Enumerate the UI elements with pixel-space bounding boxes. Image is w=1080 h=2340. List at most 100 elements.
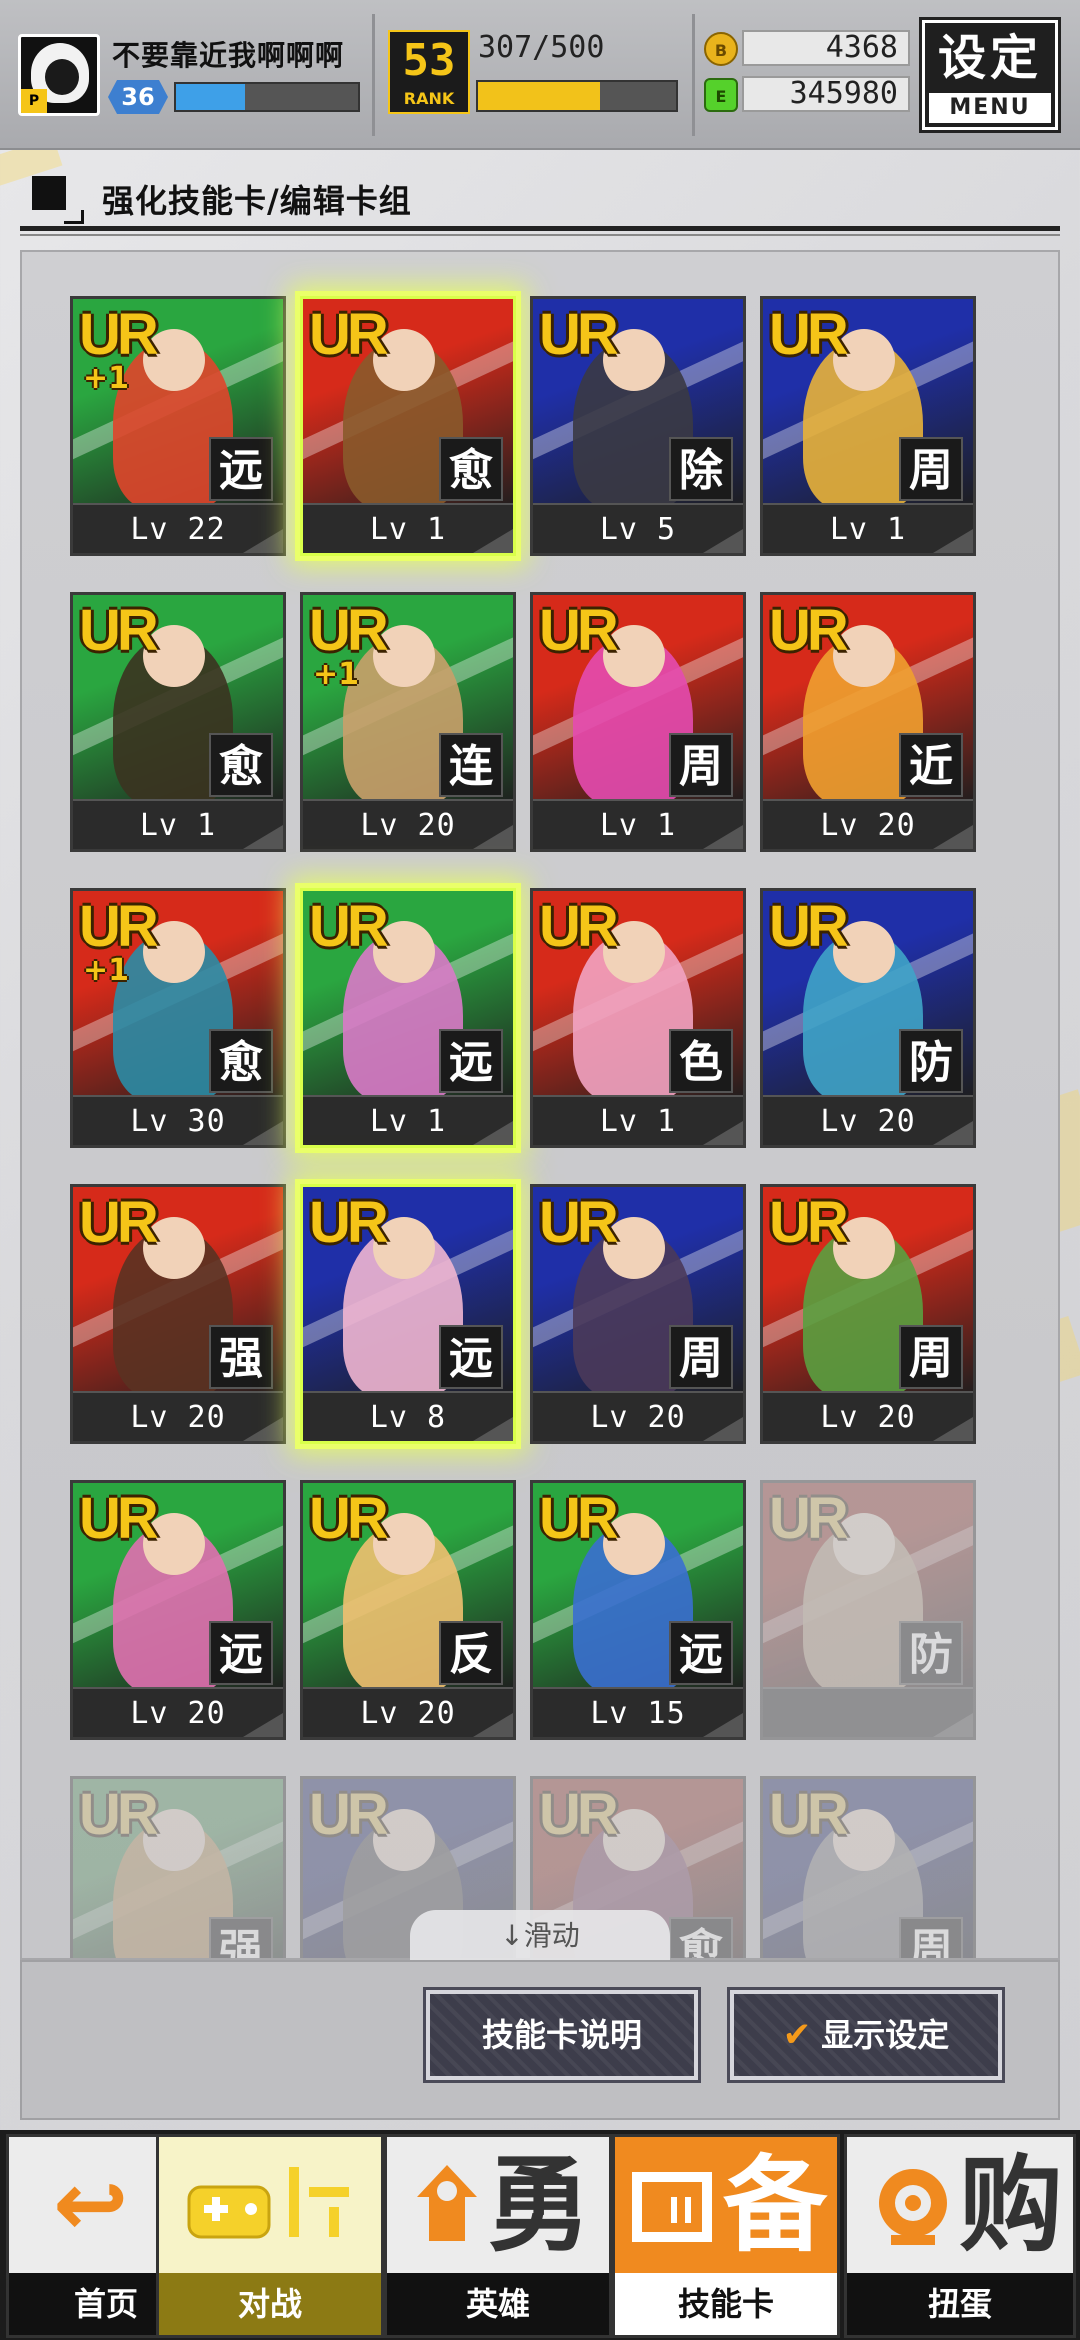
card-level-bar: Lv 20 — [303, 799, 513, 849]
nav-tab-gacha[interactable]: 购 扭蛋 — [844, 2134, 1076, 2338]
nav-label-battle: 对战 — [159, 2273, 381, 2335]
divider — [372, 14, 375, 136]
action-button-area: 技能卡说明 ✔ 显示设定 — [20, 1960, 1060, 2120]
card-type-badge: 远 — [439, 1029, 503, 1093]
skill-card[interactable]: UR 远 Lv 20 — [70, 1480, 286, 1740]
skill-card[interactable]: UR 除 Lv 5 — [530, 296, 746, 556]
divider — [692, 14, 695, 136]
card-level-bar: Lv 1 — [763, 503, 973, 553]
card-rarity: UR — [769, 894, 849, 959]
card-level-bar: Lv 20 — [763, 1391, 973, 1441]
card-type-badge: 连 — [439, 733, 503, 797]
card-rarity: UR — [309, 598, 389, 663]
skill-card[interactable]: UR 远 Lv 15 — [530, 1480, 746, 1740]
card-rarity: UR — [309, 1190, 389, 1255]
player-avatar[interactable]: P — [18, 34, 100, 116]
skill-card[interactable]: UR 远 Lv 8 — [300, 1184, 516, 1444]
card-rarity: UR — [309, 1782, 389, 1847]
nav-tab-battle[interactable]: 对战 — [156, 2134, 384, 2338]
card-level-bar: Lv 1 — [533, 1095, 743, 1145]
nav-tab-skill-cards[interactable]: 备 技能卡 — [612, 2134, 840, 2338]
section-corner-decoration — [64, 210, 84, 224]
card-level: Lv 20 — [360, 808, 456, 843]
skill-card-grid[interactable]: UR +1 远 Lv 22 UR 愈 Lv 1 UR 除 Lv 5 UR 周 Lv 1 UR 愈 Lv 1 UR… — [20, 250, 1060, 1960]
card-rarity: UR — [79, 598, 159, 663]
card-level: Lv 1 — [599, 808, 677, 843]
card-rarity: UR — [309, 1486, 389, 1551]
card-rarity: UR — [309, 894, 389, 959]
skill-card[interactable]: UR 远 Lv 1 — [300, 888, 516, 1148]
skill-card[interactable]: UR 周 Lv 1 — [530, 592, 746, 852]
card-enhance-level: +1 — [313, 657, 360, 692]
bottom-navigation: ↩ 首页 对战 勇 英雄 备 技能卡 购 扭蛋 — [0, 2130, 1080, 2340]
skill-card[interactable]: UR +1 连 Lv 20 — [300, 592, 516, 852]
card-type-badge: 远 — [209, 437, 273, 501]
card-level: Lv 20 — [820, 808, 916, 843]
card-level: Lv 20 — [820, 1104, 916, 1139]
card-level-bar: Lv 20 — [303, 1687, 513, 1737]
card-type-badge: 愈 — [209, 1029, 273, 1093]
card-rarity: UR — [79, 1190, 159, 1255]
skill-card[interactable]: UR 强 Lv 20 — [70, 1184, 286, 1444]
skill-card[interactable]: UR 反 Lv 20 — [300, 1480, 516, 1740]
skill-card[interactable]: UR 周 — [760, 1776, 976, 1958]
card-level: Lv 20 — [130, 1696, 226, 1731]
card-level-bar: Lv 20 — [73, 1391, 283, 1441]
card-rarity: UR — [539, 1190, 619, 1255]
top-status-bar: P 不要靠近我啊啊啊 36 53 RANK 307/500 B 4368 E 3… — [0, 0, 1080, 150]
skill-card[interactable]: UR 周 Lv 20 — [760, 1184, 976, 1444]
card-level: Lv 1 — [599, 1104, 677, 1139]
card-level-bar — [763, 1687, 973, 1737]
scroll-hint: ↓滑动 — [410, 1910, 670, 1962]
card-type-badge: 反 — [439, 1621, 503, 1685]
skill-card[interactable]: UR 愈 Lv 1 — [70, 592, 286, 852]
player-name: 不要靠近我啊啊啊 — [112, 39, 345, 72]
skill-card[interactable]: UR 周 Lv 1 — [760, 296, 976, 556]
card-type-badge: 愈 — [669, 1917, 733, 1958]
card-level-bar: Lv 20 — [763, 799, 973, 849]
display-settings-button[interactable]: ✔ 显示设定 — [727, 1987, 1005, 2083]
card-type-badge: 周 — [669, 733, 733, 797]
display-settings-label: 显示设定 — [821, 2016, 950, 2054]
gold-coin-icon: B — [704, 32, 738, 66]
skill-card[interactable]: UR +1 愈 Lv 30 — [70, 888, 286, 1148]
avatar-tag: P — [21, 89, 47, 113]
menu-settings-label: 设定 — [937, 30, 1042, 86]
skill-card-info-label: 技能卡说明 — [481, 2016, 642, 2054]
gold-amount: 4368 — [742, 30, 910, 66]
skill-card[interactable]: UR 周 Lv 20 — [530, 1184, 746, 1444]
card-level: Lv 20 — [130, 1400, 226, 1435]
card-rarity: UR — [539, 1782, 619, 1847]
skill-card[interactable]: UR 愈 Lv 1 — [300, 296, 516, 556]
card-type-badge: 远 — [669, 1621, 733, 1685]
rank-progress-fill — [478, 82, 600, 110]
skill-card[interactable]: UR 防 — [760, 1480, 976, 1740]
nav-label-heroes: 英雄 — [387, 2273, 609, 2335]
card-level: Lv 20 — [590, 1400, 686, 1435]
card-enhance-level: +1 — [83, 361, 130, 396]
skill-card[interactable]: UR 防 Lv 20 — [760, 888, 976, 1148]
nav-label-gacha: 扭蛋 — [847, 2273, 1073, 2335]
skill-card[interactable]: UR 强 — [70, 1776, 286, 1958]
card-level: Lv 22 — [130, 512, 226, 547]
energy-icon: E — [704, 78, 738, 112]
card-type-badge: 近 — [899, 733, 963, 797]
nav-label-skill-cards: 技能卡 — [615, 2273, 837, 2335]
gacha-icon: 购 — [847, 2137, 1073, 2271]
card-level-bar: Lv 30 — [73, 1095, 283, 1145]
skill-card[interactable]: UR 近 Lv 20 — [760, 592, 976, 852]
nav-tab-heroes[interactable]: 勇 英雄 — [384, 2134, 612, 2338]
rank-badge: 53 RANK — [388, 30, 470, 114]
card-level-bar: Lv 1 — [73, 799, 283, 849]
skill-card[interactable]: UR 色 Lv 1 — [530, 888, 746, 1148]
card-rarity: UR — [79, 302, 159, 367]
menu-button[interactable]: 设定 MENU — [919, 17, 1061, 133]
skill-card[interactable]: UR +1 远 Lv 22 — [70, 296, 286, 556]
section-underline — [20, 226, 1060, 231]
skill-card-info-button[interactable]: 技能卡说明 — [423, 1987, 701, 2083]
rank-number: 53 — [402, 35, 456, 86]
card-level-bar: Lv 20 — [763, 1095, 973, 1145]
card-rarity: UR — [539, 302, 619, 367]
exp-progress-fill — [176, 84, 246, 110]
rank-label: RANK — [403, 89, 455, 108]
